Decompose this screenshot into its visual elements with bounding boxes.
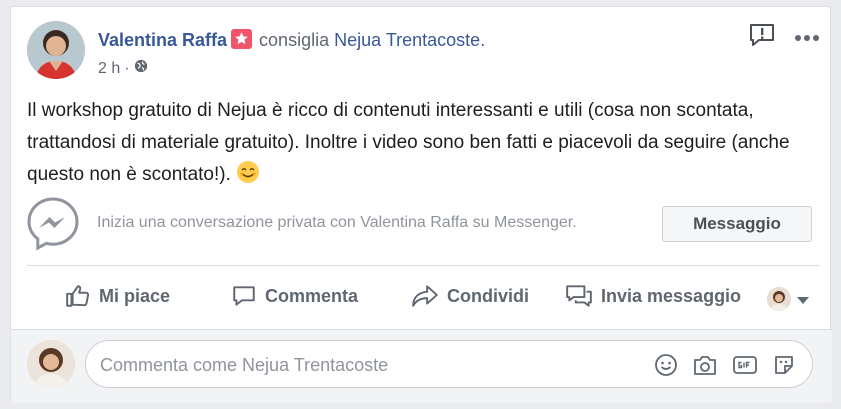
smiling-emoji-icon bbox=[236, 160, 260, 184]
post-text: Il workshop gratuito di Nejua è ricco di… bbox=[27, 100, 790, 185]
send-message-label: Invia messaggio bbox=[601, 285, 742, 306]
page-selector-avatar[interactable] bbox=[767, 287, 791, 311]
send-message-icon bbox=[566, 285, 592, 307]
share-icon bbox=[412, 285, 438, 307]
gif-icon[interactable] bbox=[732, 353, 758, 382]
emoji-icon[interactable] bbox=[654, 353, 678, 382]
post-card: Valentina Raffa consiglia Nejua Trentacos… bbox=[10, 6, 832, 403]
like-label: Mi piace bbox=[99, 285, 171, 306]
comment-icon bbox=[233, 286, 255, 306]
post-top-icons bbox=[748, 21, 820, 54]
comment-tools bbox=[654, 353, 796, 382]
commenter-avatar bbox=[27, 340, 75, 388]
sticker-icon[interactable] bbox=[772, 353, 796, 382]
action-bar: Mi piace Commenta Condividi Invia messag… bbox=[27, 271, 822, 321]
more-options-icon[interactable] bbox=[794, 29, 820, 47]
like-button[interactable]: Mi piace bbox=[65, 279, 170, 313]
post-timestamp[interactable]: 2 h bbox=[98, 60, 120, 78]
post-header: Valentina Raffa consiglia Nejua Trentacos… bbox=[98, 29, 485, 51]
camera-icon[interactable] bbox=[692, 353, 718, 382]
divider bbox=[27, 265, 820, 266]
messenger-prompt: Inizia una conversazione privata con Val… bbox=[25, 193, 820, 255]
comment-composer: Commenta come Nejua Trentacoste bbox=[11, 329, 832, 403]
report-icon[interactable] bbox=[748, 21, 776, 54]
recommend-verb: consiglia bbox=[259, 30, 330, 50]
author-avatar[interactable] bbox=[27, 21, 85, 79]
comment-placeholder: Commenta come Nejua Trentacoste bbox=[100, 355, 389, 375]
comment-label: Commenta bbox=[265, 285, 359, 306]
messenger-icon bbox=[25, 195, 81, 251]
page-link[interactable]: Nejua Trentacoste. bbox=[334, 30, 485, 50]
share-button[interactable]: Condividi bbox=[411, 279, 529, 313]
globe-icon[interactable] bbox=[134, 59, 148, 78]
share-label: Condividi bbox=[447, 285, 529, 306]
post-meta: 2 h · bbox=[98, 59, 148, 78]
post-body: Il workshop gratuito di Nejua è ricco di… bbox=[27, 95, 822, 191]
comment-button[interactable]: Commenta bbox=[231, 279, 358, 313]
meta-separator: · bbox=[124, 59, 130, 77]
chevron-down-icon[interactable] bbox=[797, 297, 809, 304]
messenger-prompt-text: Inizia una conversazione privata con Val… bbox=[97, 214, 577, 231]
comment-input[interactable]: Commenta come Nejua Trentacoste bbox=[85, 340, 813, 388]
thumbs-up-icon bbox=[66, 285, 90, 307]
recommendation-badge-icon bbox=[231, 29, 253, 49]
author-name[interactable]: Valentina Raffa bbox=[98, 30, 227, 50]
message-button[interactable]: Messaggio bbox=[662, 206, 812, 242]
send-message-button[interactable]: Invia messaggio bbox=[565, 279, 741, 313]
